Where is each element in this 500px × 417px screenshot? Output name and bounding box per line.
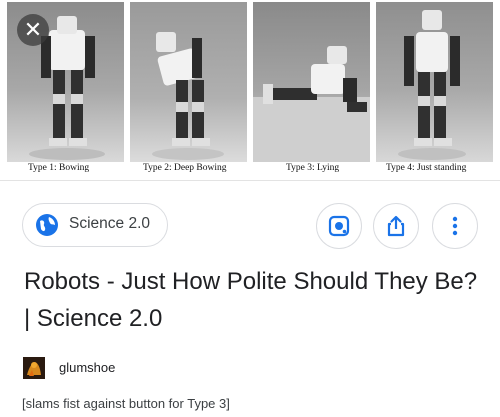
close-icon: ✕ (23, 17, 43, 42)
post-comment: [slams fist against button for Type 3] (22, 396, 230, 411)
username[interactable]: glumshoe (59, 360, 115, 375)
lens-icon (328, 215, 350, 237)
lens-button[interactable] (316, 203, 362, 249)
more-options-button[interactable] (432, 203, 478, 249)
share-icon (387, 215, 405, 237)
image-strip[interactable]: Type 1: Bowing Type 2: Deep Bowing Type … (0, 0, 500, 181)
result-title[interactable]: Robots - Just How Polite Should They Be?… (24, 263, 484, 337)
caption-type-1: Type 1: Bowing (28, 163, 90, 173)
avatar[interactable] (23, 357, 45, 379)
robot-image-deep-bowing[interactable] (130, 2, 247, 162)
caption-type-2: Type 2: Deep Bowing (143, 163, 227, 173)
robot-image-standing[interactable] (376, 2, 493, 162)
source-chip[interactable]: Science 2.0 (22, 203, 168, 247)
robot-image-lying[interactable] (253, 2, 370, 162)
caption-type-4: Type 4: Just standing (386, 163, 467, 173)
share-button[interactable] (373, 203, 419, 249)
source-name: Science 2.0 (69, 215, 150, 232)
more-vert-icon (452, 216, 458, 236)
close-button[interactable]: ✕ (17, 14, 49, 46)
caption-type-3: Type 3: Lying (286, 163, 340, 173)
globe-icon (36, 214, 58, 236)
